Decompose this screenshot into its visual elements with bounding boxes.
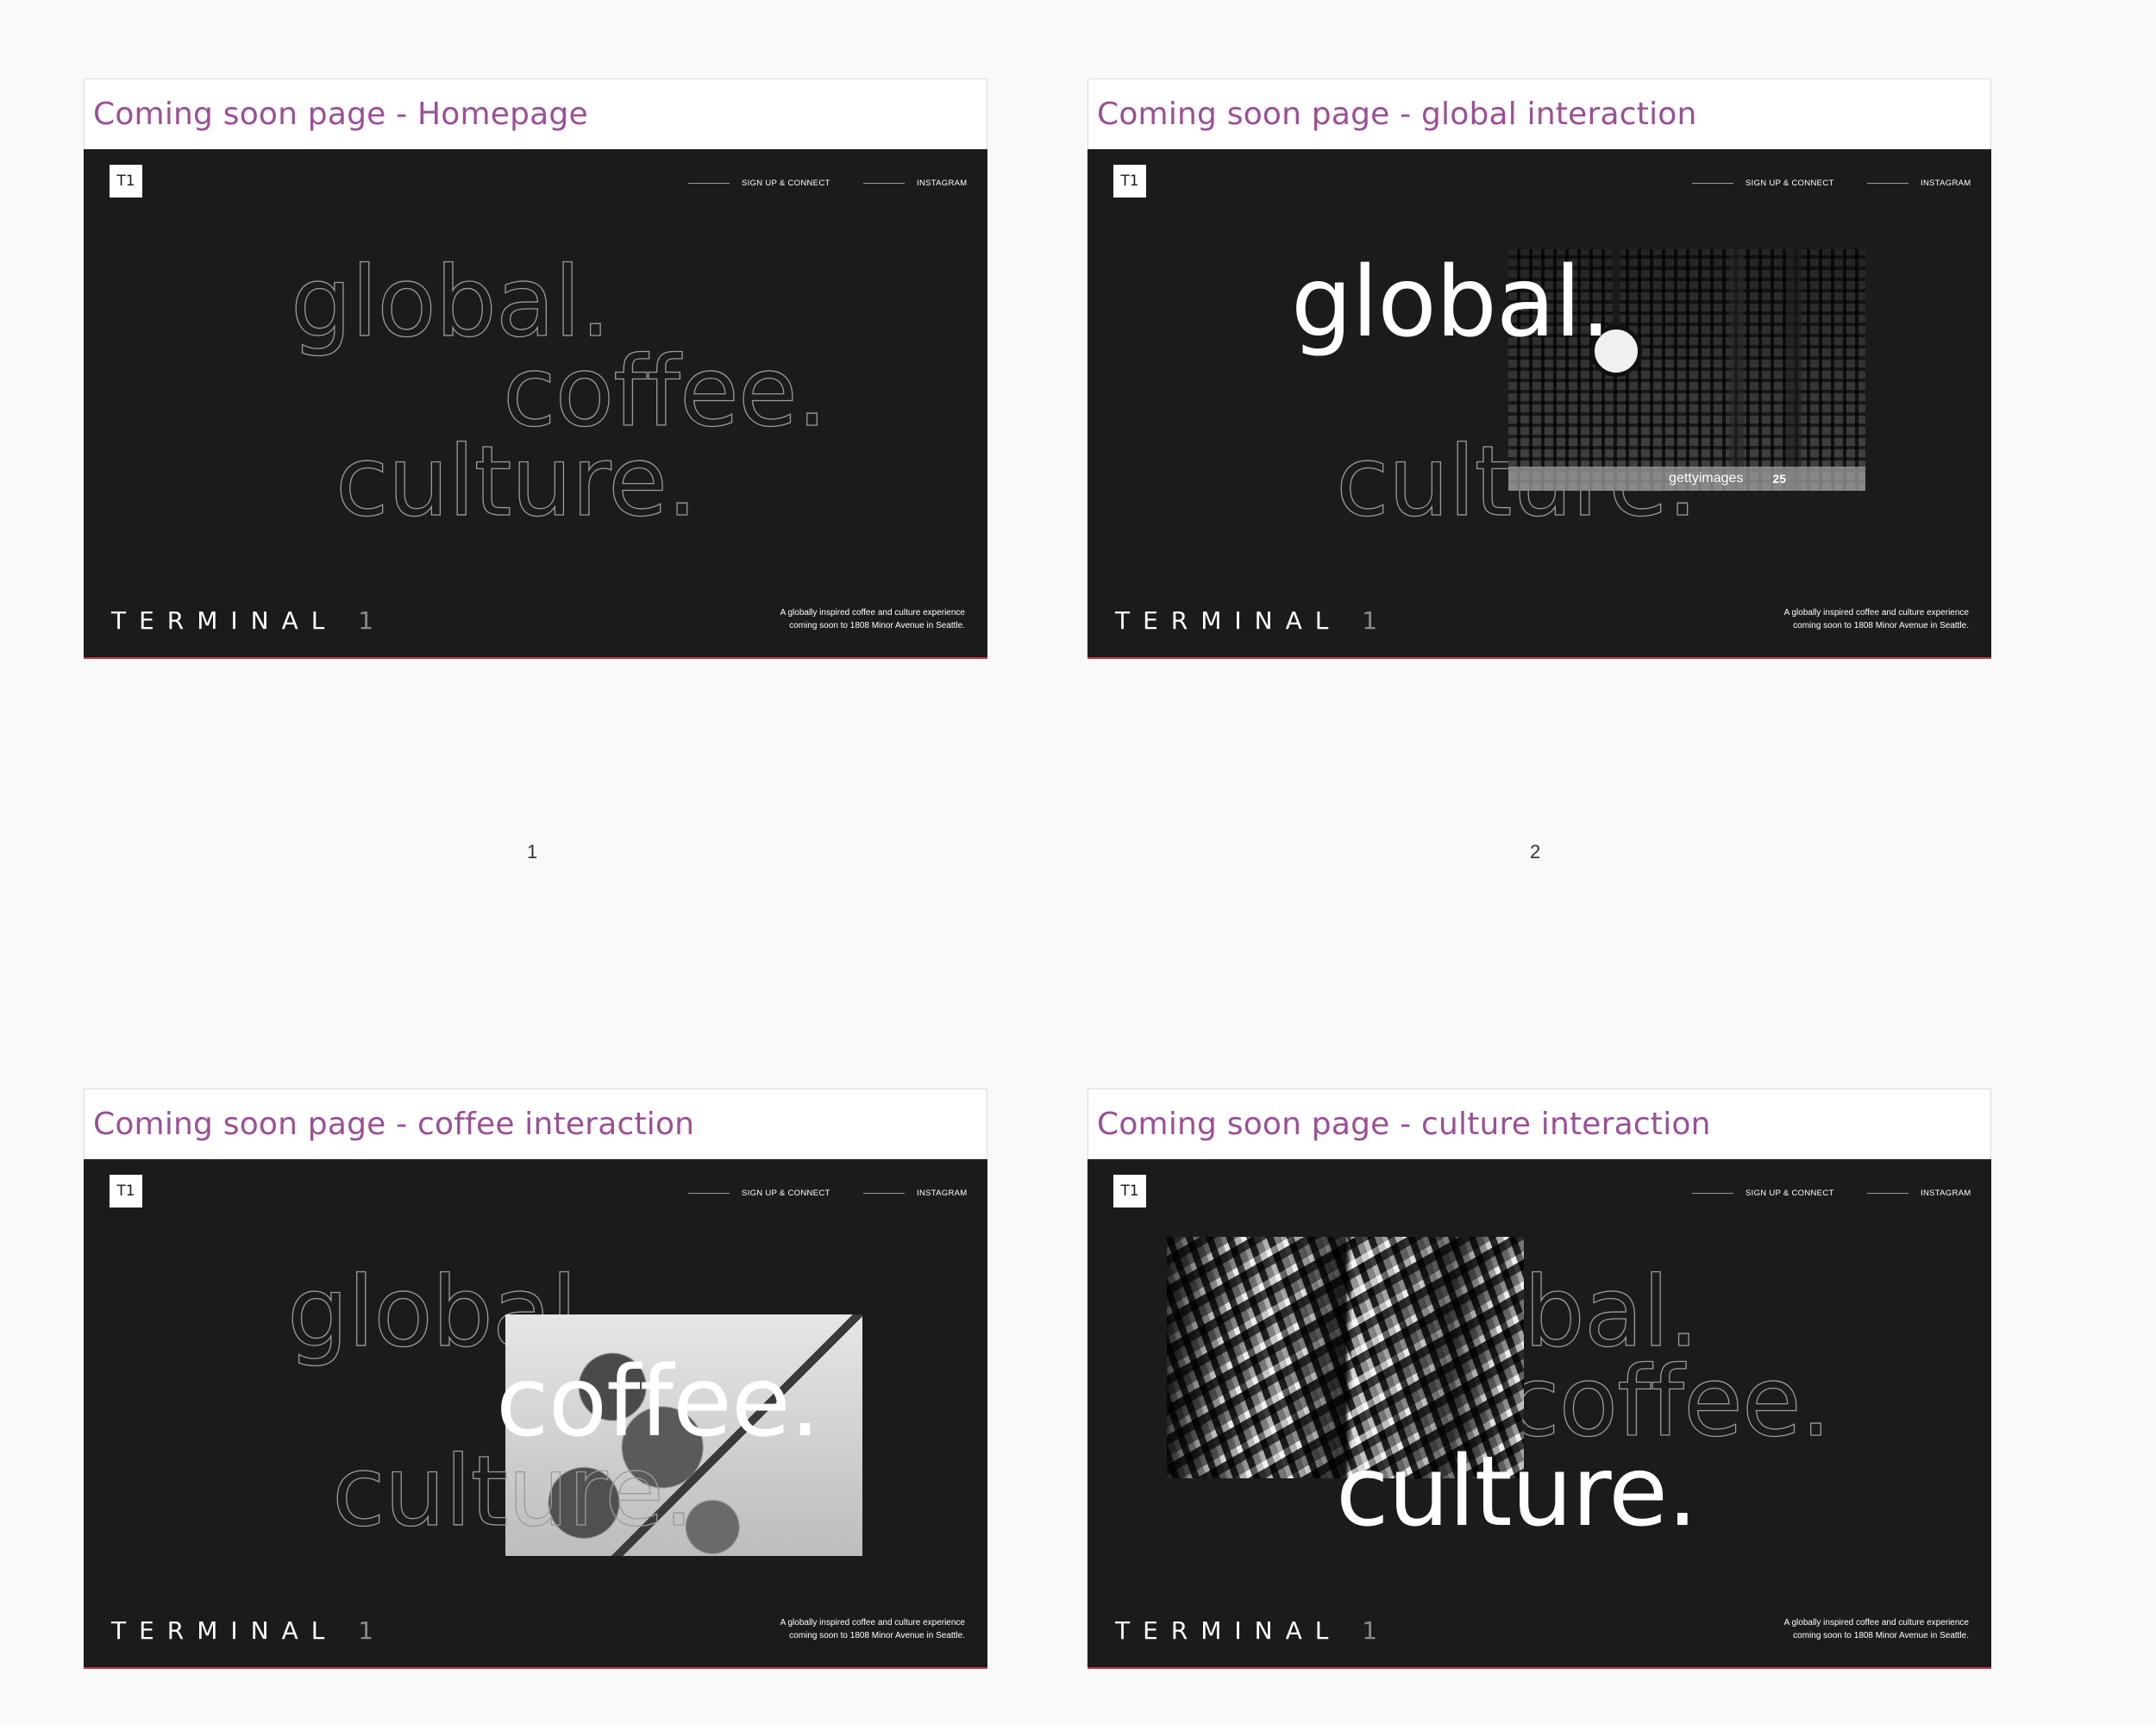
nav-instagram[interactable]: INSTAGRAM <box>1867 179 1971 188</box>
nav-instagram[interactable]: INSTAGRAM <box>1867 1189 1971 1198</box>
panel-homepage: Coming soon page - Homepage T1 SIGN UP &… <box>84 78 987 659</box>
screen-global-interaction: T1 SIGN UP & CONNECT INSTAGRAM gettyimag… <box>1087 149 1991 659</box>
panel-title: Coming soon page - global interaction <box>1087 78 1991 149</box>
page-number: 1 <box>527 841 538 862</box>
nav-signup-label: SIGN UP & CONNECT <box>1745 1189 1834 1198</box>
word-global-active[interactable]: global. <box>1291 254 1611 351</box>
nav-line <box>1692 183 1733 184</box>
nav-signup-connect[interactable]: SIGN UP & CONNECT <box>688 1189 830 1198</box>
nav-line <box>1692 1193 1733 1194</box>
tagline-line2: coming soon to 1808 Minor Avenue in Seat… <box>789 1631 965 1640</box>
brand-name: TERMINAL <box>111 606 338 635</box>
watermark-number: 25 <box>1772 472 1786 486</box>
nav-instagram-label: INSTAGRAM <box>1921 1189 1971 1198</box>
panel-title: Coming soon page - coffee interaction <box>84 1088 987 1159</box>
t1-logo[interactable]: T1 <box>1113 1175 1146 1208</box>
nav-signup-connect[interactable]: SIGN UP & CONNECT <box>1692 1189 1834 1198</box>
brand-number: 1 <box>1362 606 1391 635</box>
nav-signup-connect[interactable]: SIGN UP & CONNECT <box>1692 179 1834 188</box>
nav-instagram[interactable]: INSTAGRAM <box>863 1189 967 1198</box>
word-culture-active[interactable]: culture. <box>1336 1444 1698 1540</box>
nav-instagram[interactable]: INSTAGRAM <box>863 179 967 188</box>
terminal-wordmark: TERMINAL 1 <box>1115 606 1390 635</box>
page-number: 2 <box>1530 841 1541 862</box>
tagline-line1: A globally inspired coffee and culture e… <box>1783 608 1969 618</box>
nav-line <box>863 1193 905 1194</box>
nav-signup-label: SIGN UP & CONNECT <box>1745 179 1834 188</box>
panel-title: Coming soon page - culture interaction <box>1087 1088 1991 1159</box>
nav-line <box>1867 183 1908 184</box>
t1-logo[interactable]: T1 <box>110 1175 142 1208</box>
t1-logo[interactable]: T1 <box>110 165 142 198</box>
terminal-wordmark: TERMINAL 1 <box>1115 1616 1390 1645</box>
tagline-line2: coming soon to 1808 Minor Avenue in Seat… <box>1793 621 1969 630</box>
tagline: A globally inspired coffee and culture e… <box>1710 606 1969 632</box>
nav-signup-label: SIGN UP & CONNECT <box>742 1189 830 1198</box>
brand-name: TERMINAL <box>1115 1616 1342 1645</box>
brand-number: 1 <box>358 1616 387 1645</box>
nav-line <box>1867 1193 1908 1194</box>
brand-number: 1 <box>1362 1616 1391 1645</box>
brand-name: TERMINAL <box>1115 606 1342 635</box>
tagline-line1: A globally inspired coffee and culture e… <box>780 1618 965 1628</box>
clock-stem <box>1613 249 1620 327</box>
panel-coffee-interaction: Coming soon page - coffee interaction T1… <box>84 1088 987 1669</box>
nav-line <box>688 183 730 184</box>
brand-number: 1 <box>358 606 387 635</box>
nav-instagram-label: INSTAGRAM <box>917 179 968 188</box>
t1-logo[interactable]: T1 <box>1113 165 1146 198</box>
tagline-line2: coming soon to 1808 Minor Avenue in Seat… <box>1793 1631 1969 1640</box>
screen-culture-interaction: T1 SIGN UP & CONNECT INSTAGRAM global. c… <box>1087 1159 1991 1669</box>
tagline-line1: A globally inspired coffee and culture e… <box>1783 1618 1969 1628</box>
brand-name: TERMINAL <box>111 1616 338 1645</box>
tagline-line2: coming soon to 1808 Minor Avenue in Seat… <box>789 621 965 630</box>
nav-line <box>863 183 905 184</box>
nav-instagram-label: INSTAGRAM <box>917 1189 968 1198</box>
nav-signup-label: SIGN UP & CONNECT <box>742 179 830 188</box>
panel-global-interaction: Coming soon page - global interaction T1… <box>1087 78 1991 659</box>
panel-title: Coming soon page - Homepage <box>84 78 987 149</box>
nav-instagram-label: INSTAGRAM <box>1921 179 1971 188</box>
nav-signup-connect[interactable]: SIGN UP & CONNECT <box>688 179 830 188</box>
tagline: A globally inspired coffee and culture e… <box>706 1616 965 1642</box>
terminal-wordmark: TERMINAL 1 <box>111 1616 386 1645</box>
nav-line <box>688 1193 730 1194</box>
word-culture[interactable]: culture. <box>335 433 698 530</box>
image-watermark: gettyimages 25 <box>1508 467 1865 491</box>
tagline: A globally inspired coffee and culture e… <box>706 606 965 632</box>
watermark-text: gettyimages <box>1669 471 1744 486</box>
tagline-line1: A globally inspired coffee and culture e… <box>780 608 965 618</box>
terminal-wordmark: TERMINAL 1 <box>111 606 386 635</box>
word-culture[interactable]: culture. <box>331 1443 694 1540</box>
screen-coffee-interaction: T1 SIGN UP & CONNECT INSTAGRAM global. c… <box>84 1159 987 1669</box>
tagline: A globally inspired coffee and culture e… <box>1710 1616 1969 1642</box>
screen-homepage: T1 SIGN UP & CONNECT INSTAGRAM global. c… <box>84 149 987 659</box>
panel-culture-interaction: Coming soon page - culture interaction T… <box>1087 1088 1991 1669</box>
